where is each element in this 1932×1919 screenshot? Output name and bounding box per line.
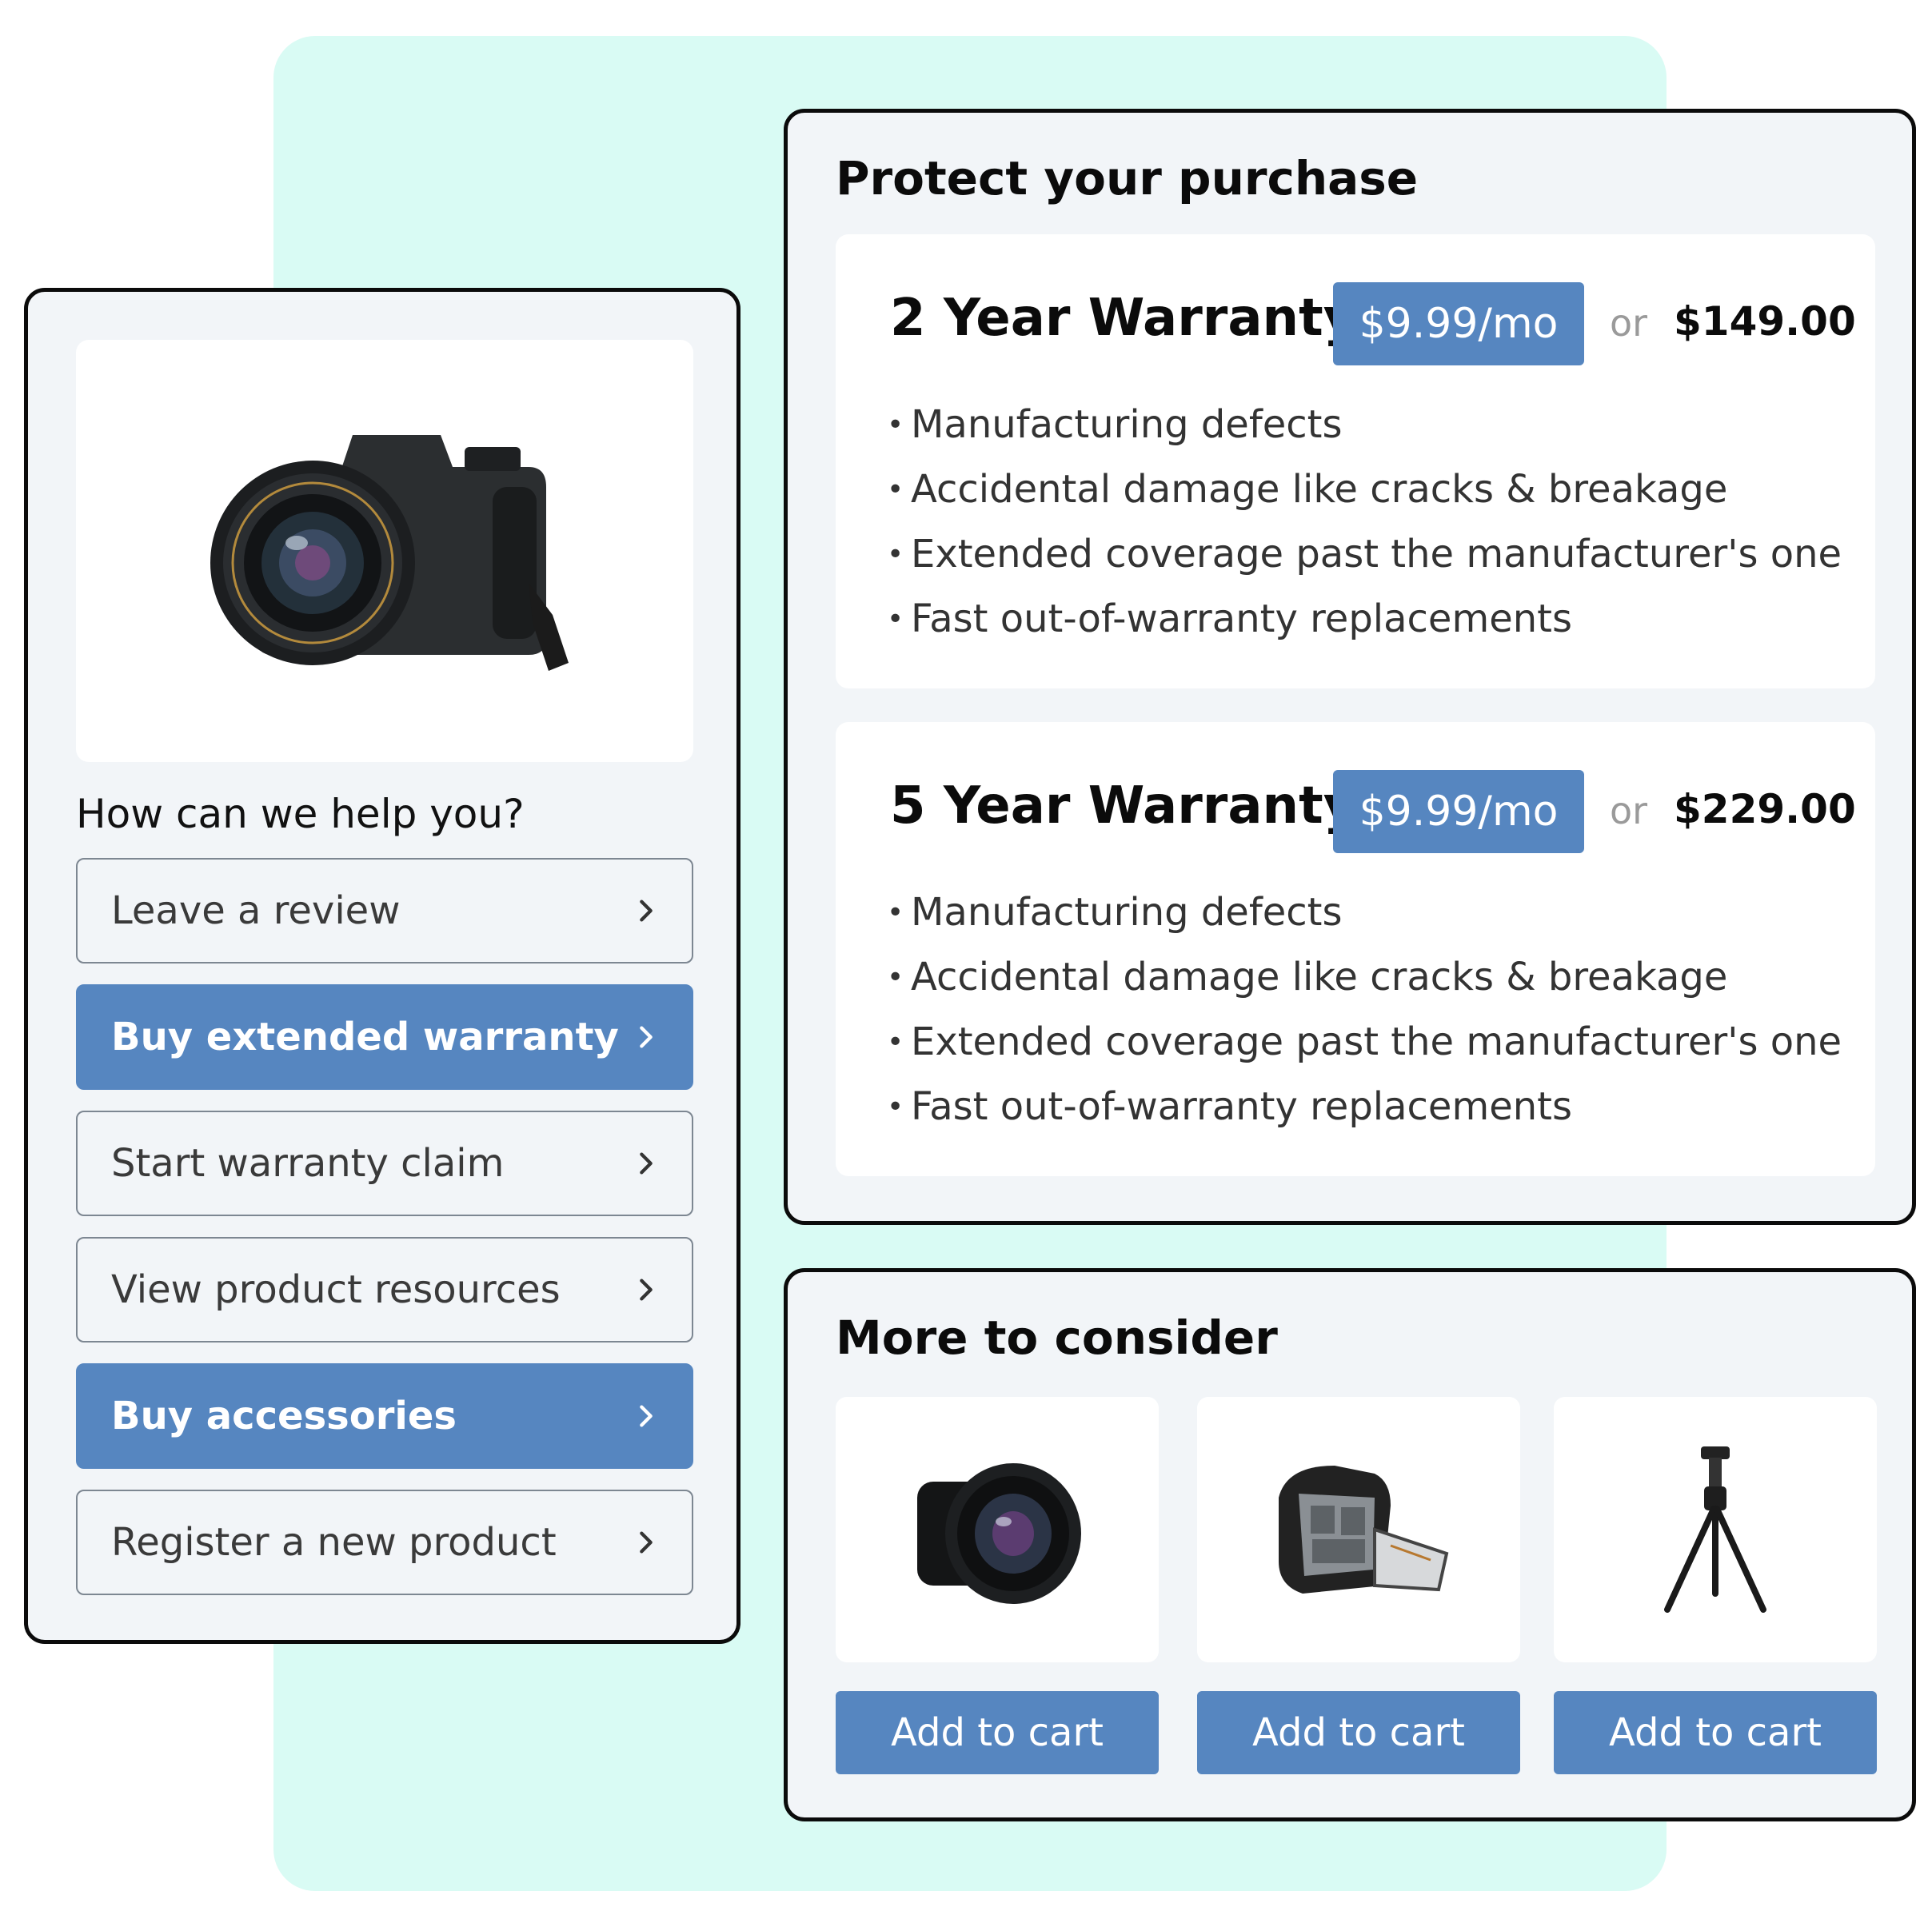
view-product-resources-label: View product resources xyxy=(111,1267,561,1312)
help-heading: How can we help you? xyxy=(76,791,525,837)
leave-review-label: Leave a review xyxy=(111,888,401,933)
buy-extended-warranty-button[interactable]: Buy extended warranty xyxy=(76,984,693,1090)
register-new-product-label: Register a new product xyxy=(111,1520,557,1565)
feature-item: Manufacturing defects xyxy=(887,880,1842,945)
warranty-plan-5-year: 5 Year Warranty $9.99/mo or $229.00 Manu… xyxy=(836,722,1875,1176)
start-warranty-claim-button[interactable]: Start warranty claim xyxy=(76,1111,693,1216)
price-separator: or xyxy=(1610,789,1648,832)
product-image xyxy=(76,340,693,762)
full-price: $149.00 xyxy=(1674,298,1856,345)
feature-item: Fast out-of-warranty replacements xyxy=(887,587,1842,652)
warranty-title: Protect your purchase xyxy=(836,151,1419,205)
chevron-right-icon xyxy=(640,1152,653,1175)
add-to-cart-button[interactable]: Add to cart xyxy=(1197,1691,1520,1774)
feature-item: Fast out-of-warranty replacements xyxy=(887,1075,1842,1139)
camera-lens-image xyxy=(917,1463,1081,1604)
camera-illustration xyxy=(210,435,569,671)
product-tile-lens[interactable] xyxy=(836,1397,1159,1662)
feature-list: Manufacturing defects Accidental damage … xyxy=(887,880,1842,1139)
leave-review-button[interactable]: Leave a review xyxy=(76,858,693,963)
feature-list: Manufacturing defects Accidental damage … xyxy=(887,393,1842,652)
feature-item: Accidental damage like cracks & breakage xyxy=(887,945,1842,1010)
chevron-right-icon xyxy=(640,1026,653,1048)
warranty-plan-2-year: 2 Year Warranty $9.99/mo or $149.00 Manu… xyxy=(836,234,1875,688)
chevron-right-icon xyxy=(640,1531,653,1554)
add-to-cart-button[interactable]: Add to cart xyxy=(1554,1691,1877,1774)
feature-item: Extended coverage past the manufacturer'… xyxy=(887,522,1842,587)
help-card: How can we help you? Leave a review Buy … xyxy=(24,288,740,1644)
plan-name: 2 Year Warranty xyxy=(890,289,1357,348)
price-separator: or xyxy=(1610,301,1648,345)
register-new-product-button[interactable]: Register a new product xyxy=(76,1490,693,1595)
add-to-cart-button[interactable]: Add to cart xyxy=(836,1691,1159,1774)
feature-item: Manufacturing defects xyxy=(887,393,1842,457)
feature-item: Extended coverage past the manufacturer'… xyxy=(887,1010,1842,1075)
product-tile-tripod[interactable] xyxy=(1554,1397,1877,1662)
chevron-right-icon xyxy=(640,900,653,922)
view-product-resources-button[interactable]: View product resources xyxy=(76,1237,693,1343)
camera-backpack-image xyxy=(1279,1466,1449,1594)
help-options: Leave a review Buy extended warranty Sta… xyxy=(76,858,693,1616)
monthly-price-button[interactable]: $9.99/mo xyxy=(1333,282,1584,365)
more-to-consider-card: More to consider Add to cart Add to cart… xyxy=(784,1268,1916,1821)
monthly-price-button[interactable]: $9.99/mo xyxy=(1333,770,1584,853)
chevron-right-icon xyxy=(640,1279,653,1301)
product-tile-backpack[interactable] xyxy=(1197,1397,1520,1662)
buy-accessories-button[interactable]: Buy accessories xyxy=(76,1363,693,1469)
start-warranty-claim-label: Start warranty claim xyxy=(111,1141,505,1186)
full-price: $229.00 xyxy=(1674,786,1856,832)
warranty-card: Protect your purchase 2 Year Warranty $9… xyxy=(784,109,1916,1225)
buy-accessories-label: Buy accessories xyxy=(111,1394,457,1438)
feature-item: Accidental damage like cracks & breakage xyxy=(887,457,1842,522)
more-title: More to consider xyxy=(836,1311,1278,1365)
plan-name: 5 Year Warranty xyxy=(890,776,1357,836)
tripod-image xyxy=(1664,1446,1766,1613)
chevron-right-icon xyxy=(640,1405,653,1427)
buy-extended-warranty-label: Buy extended warranty xyxy=(111,1015,619,1059)
